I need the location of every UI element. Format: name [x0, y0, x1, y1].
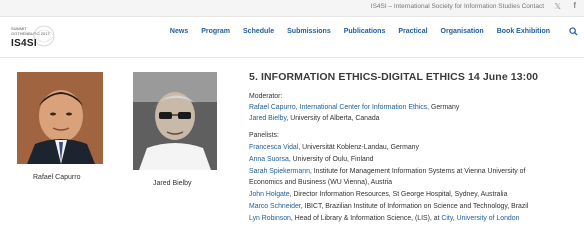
university-link[interactable]: City, University of London: [441, 215, 519, 222]
panelist-row-continued: Economics and Business (WU Vienna), Aust…: [249, 179, 392, 186]
panelist-link[interactable]: John Holgate: [249, 191, 290, 198]
moderator-row: Jared Bielby, University of Alberta, Can…: [249, 115, 380, 122]
site-header: SUMMIT GOTHENBURG 2017 IS4SI News Progra…: [0, 17, 584, 58]
moderator-link[interactable]: Jared Bielby: [249, 115, 286, 122]
moderator-link[interactable]: Rafael Capurro: [249, 104, 296, 111]
nav-practical[interactable]: Practical: [398, 28, 427, 35]
site-logo[interactable]: SUMMIT GOTHENBURG 2017 IS4SI: [5, 19, 57, 53]
panelist-row: Lyn Robinson, Head of Library & Informat…: [249, 215, 519, 222]
panelist-row: John Holgate, Director Information Resou…: [249, 191, 507, 198]
moderator-affiliation: , University of Alberta, Canada: [286, 115, 380, 122]
panelist-link[interactable]: Marco Schneider: [249, 203, 301, 210]
panelist-affiliation: , Institute for Management Information S…: [309, 168, 526, 175]
jared-bielby-photo: [133, 72, 217, 170]
panelist-affiliation: , Universität Koblenz-Landau, Germany: [298, 144, 419, 151]
panelist-row: Sarah Spiekermann, Institute for Managem…: [249, 168, 525, 175]
jared-bielby-caption: Jared Bielby: [153, 180, 192, 187]
panelist-affiliation: , Head of Library & Information Science,…: [290, 215, 442, 222]
search-icon[interactable]: [569, 27, 578, 36]
panelist-link[interactable]: Sarah Spiekermann: [249, 168, 310, 175]
affiliation-link[interactable]: International Center for Information Eth…: [300, 104, 428, 111]
moderator-row: Rafael Capurro, International Center for…: [249, 104, 459, 111]
nav-publications[interactable]: Publications: [344, 28, 386, 35]
panelist-link[interactable]: Francesca Vidal: [249, 144, 298, 151]
panelist-affiliation: , IBICT, Brazilian Institute of Informat…: [300, 203, 529, 210]
top-bar: IS4SI – International Society for Inform…: [0, 0, 584, 17]
moderator-label: Moderator:: [249, 93, 283, 100]
facebook-icon[interactable]: f: [573, 1, 576, 10]
logo-wordmark: IS4SI: [11, 38, 37, 49]
nav-news[interactable]: News: [170, 28, 188, 35]
panelists-label: Panelists:: [249, 132, 279, 139]
nav-organisation[interactable]: Organisation: [441, 28, 484, 35]
panelist-affiliation: , Director Information Resources, St Geo…: [289, 191, 508, 198]
panelist-link[interactable]: Lyn Robinson: [249, 215, 291, 222]
society-name-link[interactable]: IS4SI – International Society for Inform…: [371, 3, 520, 10]
panelist-affiliation: Economics and Business (WU Vienna), Aust…: [249, 179, 393, 186]
nav-book-exhibition[interactable]: Book Exhibition: [497, 28, 550, 35]
nav-submissions[interactable]: Submissions: [287, 28, 331, 35]
nav-program[interactable]: Program: [201, 28, 230, 35]
panelist-row: Marco Schneider, IBICT, Brazilian Instit…: [249, 203, 528, 210]
panelist-row: Anna Suorsa, University of Oulu, Finland: [249, 156, 373, 163]
rafael-capurro-caption: Rafael Capurro: [33, 174, 81, 181]
rafael-capurro-photo: [17, 72, 103, 164]
panelist-link[interactable]: Anna Suorsa: [249, 156, 289, 163]
nav-schedule[interactable]: Schedule: [243, 28, 274, 35]
contact-link[interactable]: Contact: [522, 3, 544, 10]
session-title: 5. INFORMATION ETHICS-DIGITAL ETHICS 14 …: [249, 71, 539, 83]
twitter-icon[interactable]: 𝕏: [555, 2, 561, 11]
main-navigation: News Program Schedule Submissions Public…: [157, 28, 550, 35]
panelist-affiliation: , University of Oulu, Finland: [288, 156, 374, 163]
moderator-rest: , Germany: [427, 104, 460, 111]
panelist-row: Francesca Vidal, Universität Koblenz-Lan…: [249, 144, 419, 151]
